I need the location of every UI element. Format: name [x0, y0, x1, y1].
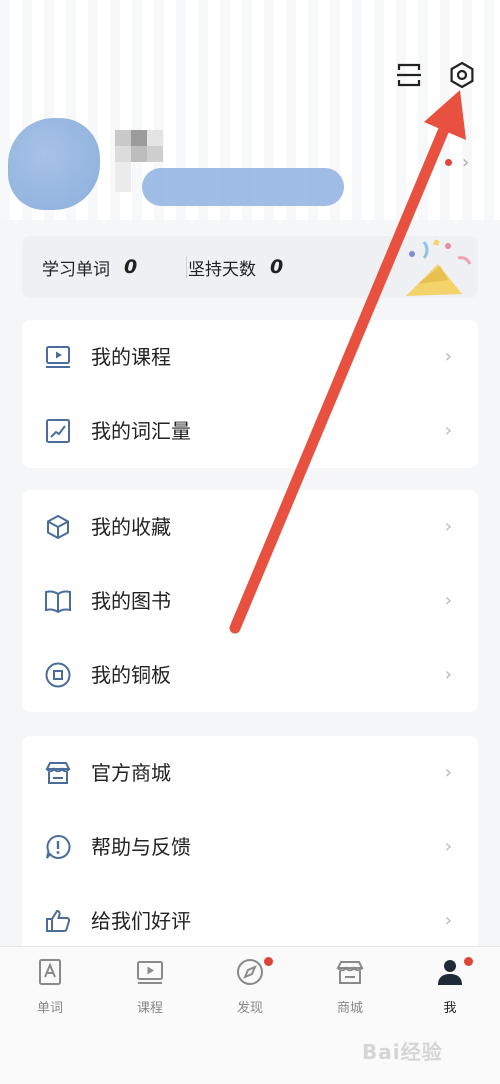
me-badge-dot	[464, 957, 473, 966]
menu-item-label: 官方商城	[91, 761, 171, 785]
video-lesson-icon	[46, 346, 70, 368]
profile-header: ›	[0, 0, 500, 220]
chevron-right-icon: ›	[444, 590, 452, 611]
tab-label: 课程	[136, 1001, 163, 1016]
tab-store[interactable]: 商城	[300, 947, 400, 1027]
streak-days-label: 坚持天数	[188, 259, 256, 280]
menu-item-label: 我的收藏	[91, 515, 171, 539]
menu-item-my-coins[interactable]: 我的铜板 ›	[22, 638, 478, 712]
menu-item-my-books[interactable]: 我的图书 ›	[22, 564, 478, 638]
party-popper-icon	[406, 239, 472, 296]
menu-item-my-courses[interactable]: 我的课程 ›	[22, 320, 478, 394]
menu-item-label: 我的图书	[91, 589, 171, 613]
menu-item-my-vocabulary[interactable]: 我的词汇量 ›	[22, 394, 478, 468]
menu-item-label: 我的课程	[91, 345, 171, 369]
chevron-right-icon: ›	[444, 664, 452, 685]
tab-label: 我	[443, 1001, 457, 1016]
profile-chevron-icon[interactable]: ›	[462, 152, 469, 173]
menu-item-label: 我的词汇量	[91, 419, 191, 443]
menu-item-official-store[interactable]: 官方商城 ›	[22, 736, 478, 810]
compass-icon	[237, 959, 263, 985]
stats-divider	[186, 256, 187, 278]
feedback-icon	[46, 834, 71, 859]
redacted-username	[142, 168, 344, 206]
settings-gear-icon[interactable]	[445, 58, 479, 92]
trend-chart-icon	[46, 419, 70, 443]
tab-discover[interactable]: 发现	[200, 947, 300, 1027]
menu-item-help-feedback[interactable]: 帮助与反馈 ›	[22, 810, 478, 884]
coin-icon	[45, 662, 71, 688]
menu-group-learning: 我的课程 › 我的词汇量 ›	[22, 320, 478, 468]
chevron-right-icon: ›	[444, 516, 452, 537]
thumbs-up-icon	[46, 909, 71, 932]
store-icon	[45, 762, 71, 784]
watermark-text: Bai经验	[362, 1040, 443, 1064]
tab-me[interactable]: 我	[400, 947, 500, 1027]
words-learned-label: 学习单词	[42, 259, 110, 280]
study-stats-card: 学习单词 0 坚持天数 0	[22, 236, 478, 298]
tab-label: 单词	[36, 1001, 63, 1016]
tab-label: 发现	[236, 1001, 263, 1016]
discover-badge-dot	[264, 957, 273, 966]
tab-label: 商城	[336, 1001, 363, 1016]
menu-item-label: 我的铜板	[91, 663, 171, 687]
menu-item-label: 帮助与反馈	[91, 835, 191, 859]
video-lesson-icon	[137, 961, 163, 984]
cube-icon	[47, 514, 69, 540]
menu-item-my-favorites[interactable]: 我的收藏 ›	[22, 490, 478, 564]
store-icon	[336, 961, 364, 984]
words-learned-stat: 学习单词 0	[42, 236, 137, 298]
word-card-icon	[39, 959, 61, 985]
chevron-right-icon: ›	[444, 836, 452, 857]
avatar[interactable]	[8, 118, 100, 210]
scan-icon[interactable]	[392, 58, 426, 92]
chevron-right-icon: ›	[444, 346, 452, 367]
open-book-icon	[45, 590, 71, 614]
chevron-right-icon: ›	[444, 420, 452, 441]
chevron-right-icon: ›	[444, 762, 452, 783]
menu-group-service: 官方商城 › 帮助与反馈 › 给我们好评 ›	[22, 736, 478, 958]
menu-group-collections: 我的收藏 › 我的图书 › 我的铜板 ›	[22, 490, 478, 712]
words-learned-value: 0	[124, 256, 138, 278]
person-icon	[438, 960, 462, 985]
tab-words[interactable]: 单词	[0, 947, 100, 1027]
streak-days-value: 0	[270, 256, 284, 278]
profile-notification-dot	[445, 159, 452, 166]
tab-courses[interactable]: 课程	[100, 947, 200, 1027]
streak-days-stat: 坚持天数 0	[188, 236, 283, 298]
